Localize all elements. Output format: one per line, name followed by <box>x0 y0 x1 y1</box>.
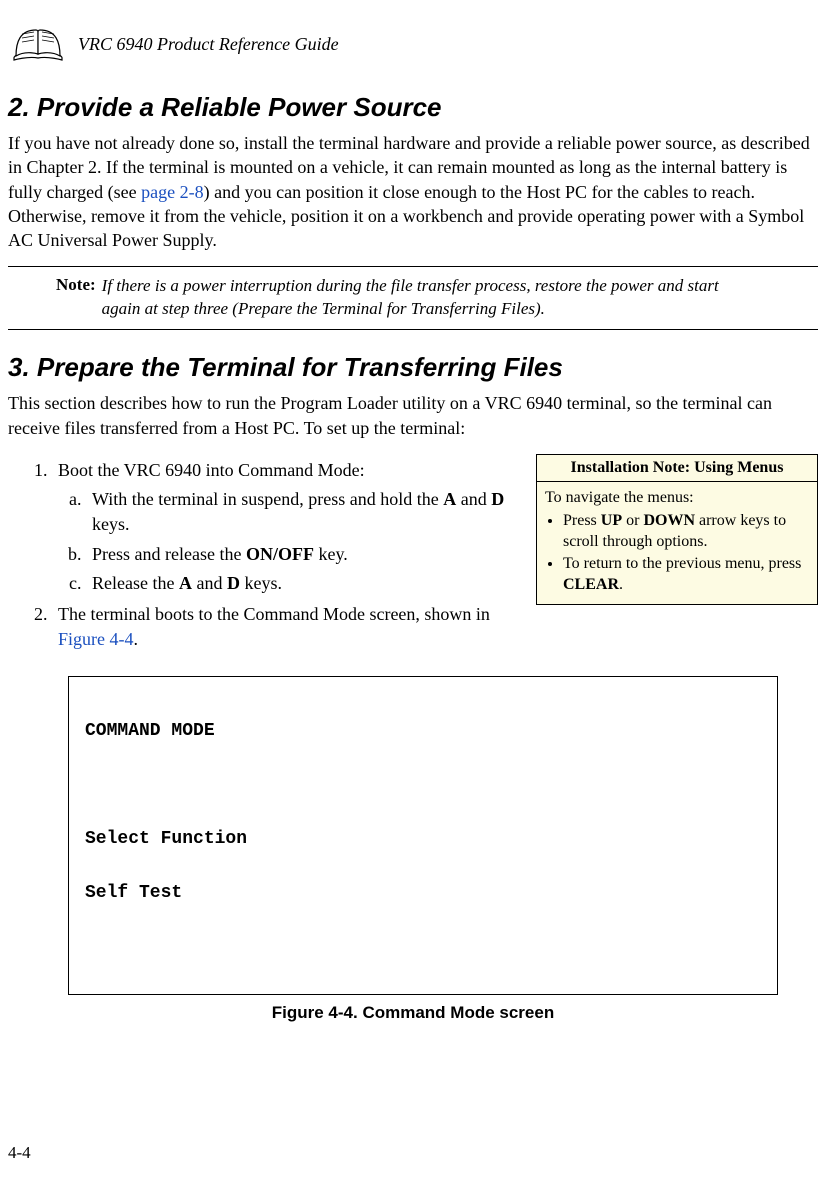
steps-and-sidebar: Boot the VRC 6940 into Command Mode: Wit… <box>8 454 818 658</box>
command-mode-screen: COMMAND MODE Select Function Self Test <box>68 676 778 995</box>
key-clear: CLEAR <box>563 576 619 593</box>
sidebar-body: To navigate the menus: Press UP or DOWN … <box>537 482 817 604</box>
key-a: A <box>179 573 192 593</box>
key-up: UP <box>601 512 622 529</box>
text: With the terminal in suspend, press and … <box>92 489 443 509</box>
text: . <box>619 576 623 593</box>
text: key. <box>314 544 348 564</box>
section-2-paragraph: If you have not already done so, install… <box>8 131 818 252</box>
step-1c: Release the A and D keys. <box>86 571 520 596</box>
screen-line-3: Self Test <box>85 880 761 907</box>
sidebar-list: Press UP or DOWN arrow keys to scroll th… <box>545 511 815 596</box>
step-1: Boot the VRC 6940 into Command Mode: Wit… <box>52 458 520 596</box>
key-down: DOWN <box>643 512 695 529</box>
text: or <box>622 512 643 529</box>
page: VRC 6940 Product Reference Guide 2. Prov… <box>0 0 826 1063</box>
sidebar-bullet-1: Press UP or DOWN arrow keys to scroll th… <box>563 511 815 553</box>
text: keys. <box>240 573 282 593</box>
text: and <box>456 489 491 509</box>
steps-column: Boot the VRC 6940 into Command Mode: Wit… <box>8 454 520 658</box>
screen-line-1: COMMAND MODE <box>85 718 761 745</box>
key-a: A <box>443 489 456 509</box>
text: To return to the previous menu, press <box>563 555 801 572</box>
sidebar-title: Installation Note: Using Menus <box>537 455 817 482</box>
book-icon <box>8 20 68 68</box>
key-d: D <box>491 489 504 509</box>
numbered-list: Boot the VRC 6940 into Command Mode: Wit… <box>8 458 520 652</box>
note-text: If there is a power interruption during … <box>102 275 818 321</box>
section-3-heading: 3. Prepare the Terminal for Transferring… <box>8 352 818 383</box>
step-1-text: Boot the VRC 6940 into Command Mode: <box>58 460 365 480</box>
alpha-list: With the terminal in suspend, press and … <box>58 487 520 596</box>
section-2-heading: 2. Provide a Reliable Power Source <box>8 92 818 123</box>
page-number: 4-4 <box>8 1143 31 1163</box>
note-block: Note: If there is a power interruption d… <box>8 266 818 330</box>
figure-caption: Figure 4-4. Command Mode screen <box>8 1003 818 1023</box>
text: Press <box>563 512 601 529</box>
installation-note-box: Installation Note: Using Menus To naviga… <box>536 454 818 605</box>
figure-4-4-link[interactable]: Figure 4-4 <box>58 629 134 649</box>
text: . <box>134 629 139 649</box>
header-title: VRC 6940 Product Reference Guide <box>78 34 339 55</box>
key-onoff: ON/OFF <box>246 544 314 564</box>
text: keys. <box>92 514 130 534</box>
text: and <box>192 573 227 593</box>
text: Release the <box>92 573 179 593</box>
page-2-8-link[interactable]: page 2-8 <box>141 182 203 202</box>
step-1a: With the terminal in suspend, press and … <box>86 487 520 537</box>
page-header: VRC 6940 Product Reference Guide <box>8 20 818 68</box>
key-d: D <box>227 573 240 593</box>
text: The terminal boots to the Command Mode s… <box>58 604 490 624</box>
step-1b: Press and release the ON/OFF key. <box>86 542 520 567</box>
screen-line-2: Select Function <box>85 826 761 853</box>
text: Press and release the <box>92 544 246 564</box>
section-3-intro: This section describes how to run the Pr… <box>8 391 818 440</box>
sidebar-lead: To navigate the menus: <box>545 488 815 509</box>
step-2: The terminal boots to the Command Mode s… <box>52 602 520 652</box>
sidebar-bullet-2: To return to the previous menu, press CL… <box>563 554 815 596</box>
note-label: Note: <box>8 275 102 321</box>
